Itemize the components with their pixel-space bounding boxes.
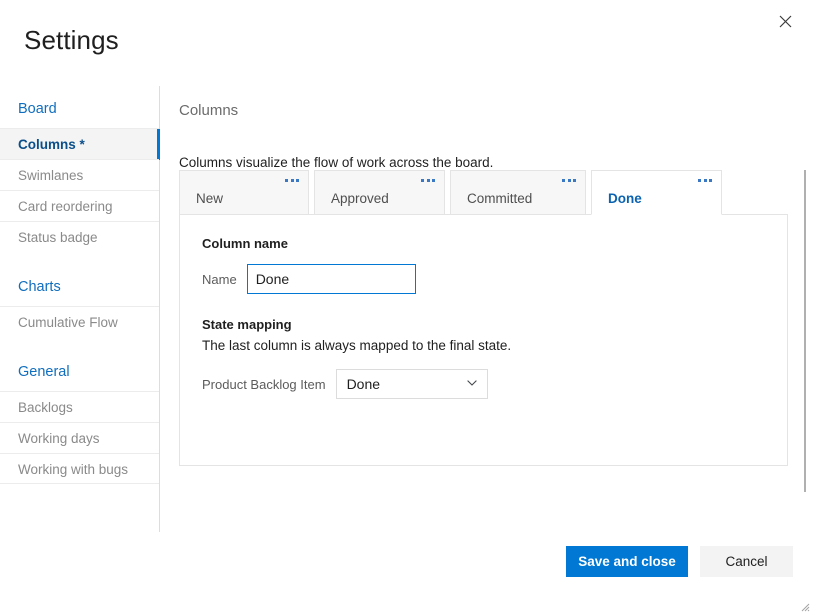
name-label: Name [202, 272, 237, 287]
state-mapping-legend: State mapping [202, 316, 765, 333]
column-tabs: New Approved Committed Done [179, 170, 788, 215]
sidebar-item-working-with-bugs[interactable]: Working with bugs [0, 453, 159, 484]
tab-label: Approved [331, 191, 389, 206]
sidebar-item-columns[interactable]: Columns * [0, 128, 159, 159]
sidebar-item-card-reordering[interactable]: Card reordering [0, 190, 159, 221]
tab-done[interactable]: Done [591, 170, 722, 215]
tab-new[interactable]: New [179, 170, 309, 215]
settings-content: Columns Columns visualize the flow of wo… [160, 86, 813, 532]
sidebar-item-label: Swimlanes [18, 168, 83, 183]
column-name-input[interactable] [247, 264, 416, 294]
save-and-close-button[interactable]: Save and close [566, 546, 688, 577]
mapping-select-wrap: Done [336, 369, 488, 399]
tab-committed[interactable]: Committed [450, 170, 586, 215]
tab-label: New [196, 191, 223, 206]
tab-label: Committed [467, 191, 532, 206]
dialog-body: Board Columns * Swimlanes Card reorderin… [0, 86, 813, 532]
ellipsis-icon[interactable] [285, 179, 299, 182]
mapping-select-value: Done [347, 376, 380, 392]
resize-grip-icon[interactable] [798, 599, 810, 611]
sidebar-item-status-badge[interactable]: Status badge [0, 221, 159, 252]
column-name-legend: Column name [202, 235, 765, 252]
sidebar-item-label: Cumulative Flow [18, 315, 118, 330]
mapping-label: Product Backlog Item [202, 377, 326, 392]
column-name-row: Name [202, 264, 765, 294]
sidebar-item-swimlanes[interactable]: Swimlanes [0, 159, 159, 190]
dialog-footer: Save and close Cancel [0, 532, 813, 614]
state-mapping-row: Product Backlog Item Done [202, 369, 765, 399]
settings-dialog: Settings Board Columns * Swimlanes Card … [0, 0, 813, 614]
mapping-select[interactable]: Done [336, 369, 488, 399]
sidebar-item-label: Status badge [18, 230, 98, 245]
cancel-button[interactable]: Cancel [700, 546, 793, 577]
sidebar-item-label: Card reordering [18, 199, 113, 214]
sidebar-item-label: Columns * [18, 137, 85, 152]
sidebar-item-label: Working with bugs [18, 462, 128, 477]
tab-label: Done [608, 191, 642, 206]
vertical-scrollbar[interactable] [801, 86, 810, 532]
ellipsis-icon[interactable] [421, 179, 435, 182]
nav-group-general: General [0, 337, 159, 391]
tab-approved[interactable]: Approved [314, 170, 445, 215]
close-icon [779, 15, 792, 28]
ellipsis-icon[interactable] [562, 179, 576, 182]
nav-group-board: Board [0, 86, 159, 128]
sidebar-item-backlogs[interactable]: Backlogs [0, 391, 159, 422]
column-settings-panel: Column name Name State mapping The last … [179, 214, 788, 466]
settings-sidebar: Board Columns * Swimlanes Card reorderin… [0, 86, 160, 532]
close-button[interactable] [769, 5, 801, 37]
scrollbar-thumb[interactable] [804, 170, 806, 492]
nav-group-charts: Charts [0, 252, 159, 306]
sidebar-item-cumulative-flow[interactable]: Cumulative Flow [0, 306, 159, 337]
content-title: Columns [179, 102, 793, 120]
ellipsis-icon[interactable] [698, 179, 712, 182]
sidebar-item-label: Backlogs [18, 400, 73, 415]
sidebar-item-working-days[interactable]: Working days [0, 422, 159, 453]
state-mapping-help: The last column is always mapped to the … [202, 337, 765, 355]
page-title: Settings [24, 24, 119, 56]
sidebar-item-label: Working days [18, 431, 100, 446]
